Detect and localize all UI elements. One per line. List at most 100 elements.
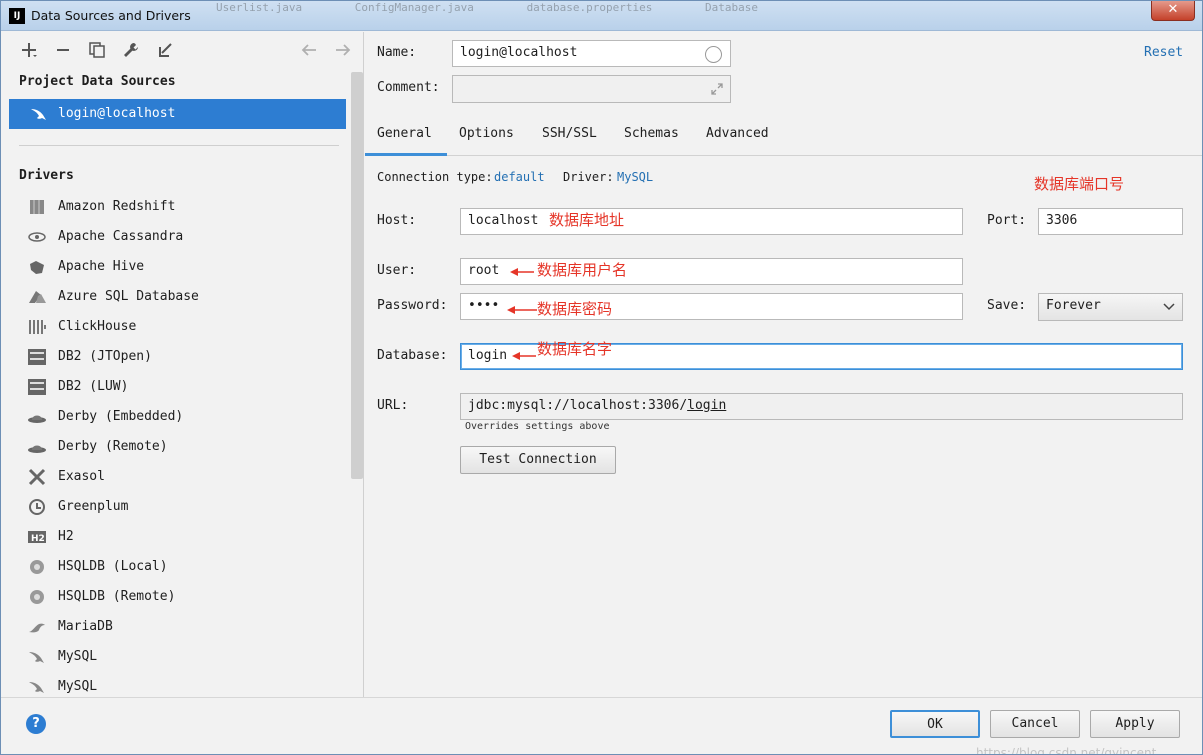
- driver-label: HSQLDB (Local): [58, 559, 168, 574]
- ibm-db2-icon: [27, 378, 47, 396]
- chevron-down-icon: [1163, 301, 1175, 316]
- url-prefix: jdbc:mysql://localhost:3306/: [468, 398, 688, 413]
- url-note: Overrides settings above: [465, 421, 610, 432]
- duplicate-icon[interactable]: [87, 41, 107, 61]
- port-field[interactable]: 3306: [1038, 208, 1183, 235]
- driver-label: MySQL: [58, 679, 98, 694]
- drivers-heading: Drivers: [19, 168, 74, 183]
- import-icon[interactable]: [155, 41, 175, 61]
- forward-arrow-icon[interactable]: [333, 41, 353, 61]
- title-bar[interactable]: IJ Data Sources and Drivers Userlist.jav…: [1, 1, 1202, 31]
- driver-item[interactable]: Derby (Remote): [9, 432, 346, 462]
- driver-item[interactable]: ClickHouse: [9, 312, 346, 342]
- sidebar: Project Data Sources login@localhost Dri…: [9, 32, 364, 697]
- tab-general[interactable]: General: [377, 126, 432, 141]
- user-field[interactable]: root: [460, 258, 963, 285]
- driver-label: Greenplum: [58, 499, 129, 514]
- driver-item[interactable]: Derby (Embedded): [9, 402, 346, 432]
- save-dropdown[interactable]: Forever: [1038, 293, 1183, 321]
- comment-label: Comment:: [377, 80, 440, 95]
- data-sources-dialog: IJ Data Sources and Drivers Userlist.jav…: [0, 0, 1203, 755]
- name-value: login@localhost: [460, 45, 578, 60]
- url-field[interactable]: jdbc:mysql://localhost:3306/login: [460, 393, 1183, 420]
- cancel-button[interactable]: Cancel: [990, 710, 1080, 738]
- annotation-password: 数据库密码: [537, 300, 613, 318]
- driver-label: DB2 (JTOpen): [58, 349, 152, 364]
- hive-icon: [27, 258, 47, 276]
- driver-item[interactable]: Greenplum: [9, 492, 346, 522]
- driver-label: DB2 (LUW): [58, 379, 129, 394]
- help-icon[interactable]: ?: [26, 714, 46, 734]
- annotation-arrow-icon: [512, 350, 536, 365]
- url-label: URL:: [377, 398, 409, 413]
- ok-button[interactable]: OK: [890, 710, 980, 738]
- password-label: Password:: [377, 298, 448, 313]
- annotation-user: 数据库用户名: [537, 261, 628, 279]
- driver-item[interactable]: Apache Cassandra: [9, 222, 346, 252]
- driver-item[interactable]: MySQL: [9, 642, 346, 672]
- host-value: localhost: [468, 213, 539, 228]
- hsqldb-icon: [27, 588, 47, 606]
- driver-label: MySQL: [58, 649, 98, 664]
- tab-advanced[interactable]: Advanced: [706, 126, 769, 141]
- redshift-icon: [27, 198, 47, 216]
- driver-item[interactable]: MariaDB: [9, 612, 346, 642]
- data-source-item-login[interactable]: login@localhost: [9, 99, 346, 129]
- driver-item[interactable]: HSQLDB (Remote): [9, 582, 346, 612]
- exasol-x-icon: [27, 468, 47, 486]
- host-field[interactable]: localhost: [460, 208, 963, 235]
- driver-item[interactable]: DB2 (JTOpen): [9, 342, 346, 372]
- driver-label: ClickHouse: [58, 319, 137, 334]
- ibm-db2-icon: [27, 348, 47, 366]
- greenplum-icon: [27, 498, 47, 516]
- back-arrow-icon[interactable]: [299, 41, 319, 61]
- expand-icon[interactable]: [710, 82, 724, 100]
- dialog-footer: ? OK Cancel Apply https://blog.csdn.net/…: [1, 697, 1202, 754]
- port-value: 3306: [1046, 213, 1078, 228]
- mysql-dolphin-icon: [27, 678, 47, 696]
- intellij-app-icon: IJ: [9, 8, 25, 24]
- wrench-icon[interactable]: [121, 41, 141, 61]
- user-label: User:: [377, 263, 417, 278]
- password-value: ••••: [468, 298, 500, 313]
- save-label: Save:: [987, 298, 1027, 313]
- bg-tab: ConfigManager.java: [354, 1, 474, 14]
- tab-options[interactable]: Options: [459, 126, 514, 141]
- active-tab-indicator: [365, 153, 447, 156]
- add-icon[interactable]: [19, 41, 39, 61]
- driver-label: Apache Cassandra: [58, 229, 184, 244]
- user-value: root: [468, 263, 500, 278]
- remove-icon[interactable]: [53, 41, 73, 61]
- cassandra-eye-icon: [27, 228, 47, 246]
- tab-schemas[interactable]: Schemas: [624, 126, 679, 141]
- sidebar-scrollbar[interactable]: [351, 72, 363, 479]
- mysql-dolphin-icon: [27, 648, 47, 666]
- tab-ssh-ssl[interactable]: SSH/SSL: [542, 126, 597, 141]
- data-source-settings: Name: login@localhost Reset Comment: Gen…: [365, 32, 1202, 697]
- driver-item[interactable]: H2 H2: [9, 522, 346, 552]
- driver-item[interactable]: Amazon Redshift: [9, 192, 346, 222]
- driver-item[interactable]: DB2 (LUW): [9, 372, 346, 402]
- annotation-host: 数据库地址: [549, 211, 625, 229]
- reset-link[interactable]: Reset: [1144, 45, 1183, 60]
- driver-label: HSQLDB (Remote): [58, 589, 176, 604]
- driver-item[interactable]: Azure SQL Database: [9, 282, 346, 312]
- test-connection-button[interactable]: Test Connection: [460, 446, 616, 474]
- comment-field[interactable]: [452, 75, 731, 103]
- mariadb-seal-icon: [27, 618, 47, 636]
- close-window-button[interactable]: ✕: [1151, 1, 1195, 21]
- driver-label: Azure SQL Database: [58, 289, 199, 304]
- driver-item[interactable]: Apache Hive: [9, 252, 346, 282]
- port-label: Port:: [987, 213, 1027, 228]
- driver-link[interactable]: MySQL: [617, 170, 653, 184]
- color-picker-circle-icon[interactable]: [705, 46, 722, 63]
- derby-hat-icon: [27, 408, 47, 426]
- driver-label: Amazon Redshift: [58, 199, 176, 214]
- apply-button[interactable]: Apply: [1090, 710, 1180, 738]
- name-field[interactable]: login@localhost: [452, 40, 731, 67]
- connection-type-dropdown[interactable]: default: [494, 170, 545, 184]
- driver-item[interactable]: HSQLDB (Local): [9, 552, 346, 582]
- driver-label: MariaDB: [58, 619, 113, 634]
- driver-item[interactable]: Exasol: [9, 462, 346, 492]
- clickhouse-icon: [27, 318, 47, 336]
